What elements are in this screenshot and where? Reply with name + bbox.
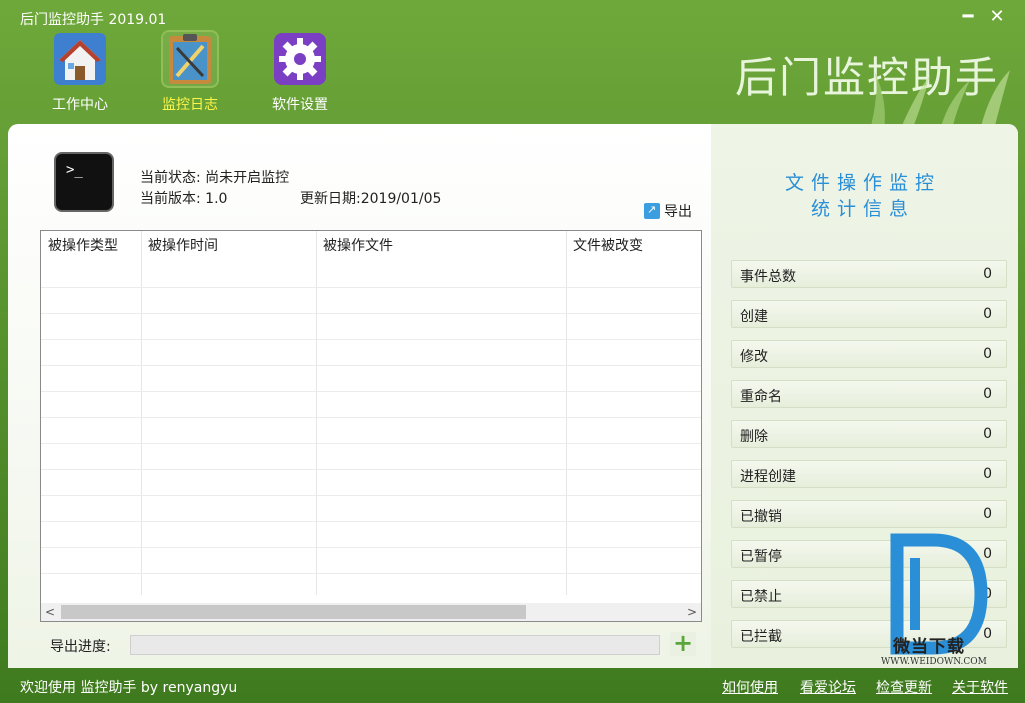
minimize-button[interactable]: ━ [957, 6, 979, 28]
stats-title: 文件操作监控 统计信息 [728, 170, 998, 222]
column-separator [141, 231, 142, 595]
nav-label: 工作中心 [52, 97, 108, 113]
scroll-right-icon[interactable]: > [683, 603, 701, 621]
export-button[interactable]: 导出 [644, 201, 692, 221]
column-header-type[interactable]: 被操作类型 [41, 231, 141, 261]
table-row [41, 573, 701, 574]
footer-welcome: 欢迎使用 监控助手 by renyangyu [20, 680, 238, 696]
terminal-glyph: >_ [66, 162, 83, 178]
export-label: 导出 [664, 204, 692, 220]
stat-value: 0 [983, 466, 992, 482]
current-state: 当前状态: 尚未开启监控 [140, 170, 290, 186]
column-header-file[interactable]: 被操作文件 [316, 231, 566, 261]
stat-value: 0 [983, 306, 992, 322]
stat-label: 重命名 [740, 389, 782, 405]
close-button[interactable]: ✕ [986, 6, 1008, 28]
content-panel: >_ 当前状态: 尚未开启监控 当前版本: 1.0 更新日期:2019/01/0… [8, 124, 1018, 668]
stat-value: 0 [983, 386, 992, 402]
stat-row: 创建 0 [731, 300, 1007, 328]
watermark-text: 微当下载 [893, 637, 965, 657]
stat-label: 事件总数 [740, 269, 796, 285]
stat-label: 已拦截 [740, 629, 782, 645]
link-about[interactable]: 关于软件 [952, 677, 1008, 697]
stat-row: 删除 0 [731, 420, 1007, 448]
column-header-change[interactable]: 文件被改变 [566, 231, 701, 261]
table-row [41, 287, 701, 288]
table-row [41, 547, 701, 548]
table-row [41, 339, 701, 340]
stat-value: 0 [983, 506, 992, 522]
current-version: 当前版本: 1.0 [140, 191, 228, 207]
update-date: 更新日期:2019/01/05 [300, 191, 442, 207]
terminal-icon: >_ [54, 152, 114, 212]
clipboard-icon [163, 32, 217, 86]
stat-row: 已撤销 0 [731, 500, 1007, 528]
stats-title-line2: 统计信息 [810, 198, 915, 220]
gear-icon [273, 32, 327, 86]
export-progress-label: 导出进度: [50, 639, 111, 655]
add-button[interactable]: + [670, 631, 696, 656]
table-row [41, 313, 701, 314]
horizontal-scrollbar[interactable]: < > [41, 603, 701, 621]
stat-row: 进程创建 0 [731, 460, 1007, 488]
scrollbar-thumb[interactable] [61, 605, 526, 619]
stat-label: 已撤销 [740, 509, 782, 525]
stat-row: 修改 0 [731, 340, 1007, 368]
nav-settings[interactable]: 软件设置 [250, 32, 350, 122]
table-row [41, 365, 701, 366]
house-icon [53, 32, 107, 86]
nav-label: 软件设置 [272, 97, 328, 113]
column-separator [566, 231, 567, 595]
stat-label: 已暂停 [740, 549, 782, 565]
nav-work-center[interactable]: 工作中心 [30, 32, 130, 122]
export-progress-bar [130, 635, 660, 655]
table-row [41, 521, 701, 522]
stat-label: 创建 [740, 309, 768, 325]
stat-label: 修改 [740, 349, 768, 365]
stat-row: 事件总数 0 [731, 260, 1007, 288]
table-row [41, 391, 701, 392]
app-window: 后门监控助手 2019.01 ━ ✕ 工作中心 监控日志 软件设置 后门监控助手… [0, 0, 1025, 703]
stat-value: 0 [983, 266, 992, 282]
stat-row: 重命名 0 [731, 380, 1007, 408]
stat-value: 0 [983, 346, 992, 362]
column-separator [316, 231, 317, 595]
nav-monitor-log[interactable]: 监控日志 [140, 32, 240, 122]
link-how-to-use[interactable]: 如何使用 [722, 677, 778, 697]
table-row [41, 495, 701, 496]
scroll-left-icon[interactable]: < [41, 603, 59, 621]
nav-label: 监控日志 [162, 97, 218, 113]
table-row [41, 417, 701, 418]
stats-title-line1: 文件操作监控 [784, 172, 941, 194]
stat-value: 0 [983, 426, 992, 442]
grass-decoration [870, 70, 1010, 130]
stat-label: 进程创建 [740, 469, 796, 485]
table-row [41, 469, 701, 470]
window-title: 后门监控助手 2019.01 [20, 12, 167, 28]
link-forum[interactable]: 看爱论坛 [800, 677, 856, 697]
stat-label: 删除 [740, 429, 768, 445]
watermark-url: WWW.WEIDOWN.COM [881, 657, 987, 667]
export-icon [644, 203, 660, 219]
table-row [41, 443, 701, 444]
link-check-update[interactable]: 检查更新 [876, 677, 932, 697]
column-header-time[interactable]: 被操作时间 [141, 231, 316, 261]
stat-label: 已禁止 [740, 589, 782, 605]
log-table[interactable]: 被操作类型 被操作时间 被操作文件 文件被改变 < > [40, 230, 702, 622]
